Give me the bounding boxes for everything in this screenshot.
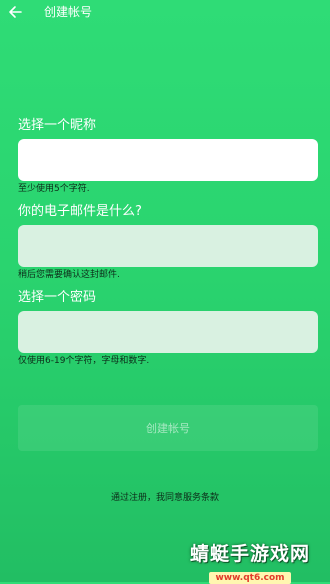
watermark-url: www.qt6.com [209, 572, 291, 584]
top-bar: 创建帐号 [0, 0, 330, 26]
watermark-logo: 蜻蜓手游戏网 www.qt6.com [180, 543, 320, 584]
terms-link[interactable]: 通过注册，我同意服务条款 [0, 490, 330, 503]
nickname-label: 选择一个昵称 [18, 118, 97, 133]
create-account-button[interactable]: 创建帐号 [18, 405, 318, 451]
password-label: 选择一个密码 [18, 290, 97, 305]
page-title: 创建帐号 [44, 5, 93, 19]
email-input[interactable] [18, 225, 318, 267]
password-hint: 仅使用6-19个字符，字母和数字. [18, 356, 150, 366]
back-button[interactable] [4, 1, 26, 23]
email-hint: 稍后您需要确认这封邮件. [18, 270, 120, 280]
password-input[interactable] [18, 311, 318, 353]
watermark-name: 蜻蜓手游戏网 [189, 543, 310, 565]
email-label: 你的电子邮件是什么? [18, 204, 142, 219]
create-account-label: 创建帐号 [146, 422, 190, 435]
nickname-hint: 至少使用5个字符. [18, 184, 90, 194]
arrow-left-icon [9, 6, 22, 18]
nickname-input[interactable] [18, 139, 318, 181]
